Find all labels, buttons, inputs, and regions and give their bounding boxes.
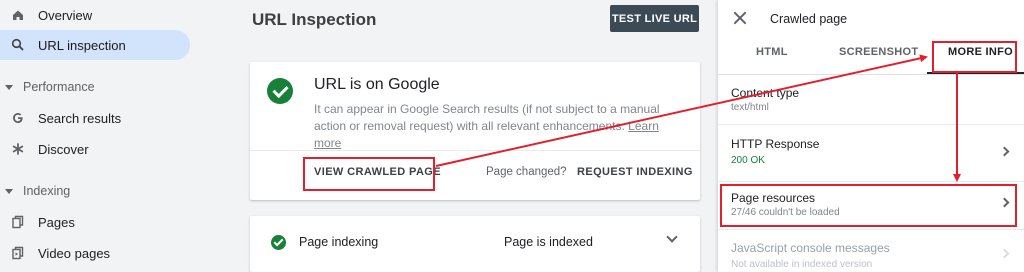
tab-html[interactable]: HTML (756, 46, 788, 58)
status-title: URL is on Google (314, 76, 440, 93)
sidebar-item-discover[interactable]: Discover (0, 134, 190, 164)
divider (250, 150, 700, 151)
sidebar: Overview URL inspection Performance Sear… (0, 0, 200, 272)
sidebar-item-label: Discover (38, 141, 89, 157)
highlight-view-crawled (303, 157, 435, 191)
test-live-url-button[interactable]: TEST LIVE URL (610, 5, 699, 32)
page-title: URL Inspection (252, 10, 377, 29)
sidebar-item-video-pages[interactable]: Video pages (0, 238, 190, 268)
chevron-down-icon[interactable] (666, 231, 678, 243)
sidebar-item-search-results[interactable]: Search results (0, 103, 190, 133)
sidebar-item-label: Pages (38, 214, 75, 230)
chevron-right-icon (999, 146, 1010, 157)
request-indexing-button[interactable]: REQUEST INDEXING (577, 166, 693, 178)
sidebar-item-label: Search results (38, 110, 122, 126)
sidebar-item-pages[interactable]: Pages (0, 207, 190, 237)
section-label: Indexing (23, 184, 71, 198)
sidebar-item-label: URL inspection (38, 37, 126, 53)
row-label: JavaScript console messages (731, 241, 890, 255)
highlight-page-resources (720, 184, 1017, 227)
video-pages-icon (10, 245, 26, 261)
asterisk-icon (10, 141, 26, 157)
search-icon (10, 37, 26, 53)
info-row-js-console: JavaScript console messages Not availabl… (718, 230, 1024, 272)
sidebar-section-performance[interactable]: Performance (0, 80, 95, 94)
tab-screenshot[interactable]: SCREENSHOT (839, 46, 918, 58)
page-changed-text: Page changed? (486, 166, 567, 178)
sidebar-item-label: Video pages (38, 245, 111, 261)
main-content: URL Inspection TEST LIVE URL URL is on G… (200, 0, 718, 272)
row-value: Not available in indexed version (731, 259, 873, 270)
check-circle-icon (267, 78, 293, 104)
caret-down-icon (5, 84, 13, 90)
caret-down-icon (5, 188, 13, 194)
status-description: It can appear in Google Search results (… (314, 101, 689, 152)
close-icon[interactable] (732, 10, 748, 26)
row-label: HTTP Response (731, 137, 820, 151)
home-icon (10, 7, 26, 23)
sidebar-item-label: Overview (38, 7, 93, 23)
page-indexing-card[interactable]: Page indexing Page is indexed (250, 216, 700, 272)
section-label: Performance (23, 80, 95, 94)
row-value: text/html (731, 102, 769, 113)
status-description-text: It can appear in Google Search results (… (314, 102, 660, 133)
sidebar-item-overview[interactable]: Overview (0, 0, 190, 30)
google-g-icon (10, 110, 26, 126)
info-row-http-response[interactable]: HTTP Response 200 OK (718, 125, 1024, 181)
page-indexing-value: Page is indexed (504, 235, 593, 249)
row-value: 200 OK (731, 155, 765, 166)
pages-icon (10, 214, 26, 230)
page-indexing-label: Page indexing (299, 235, 379, 249)
sidebar-section-indexing[interactable]: Indexing (0, 184, 70, 198)
row-label: Content type (731, 86, 800, 100)
chevron-right-icon (999, 248, 1010, 259)
highlight-more-info (932, 41, 1017, 73)
info-row-content-type: Content type text/html (718, 75, 1024, 124)
check-circle-icon (271, 235, 286, 250)
sidebar-item-url-inspection[interactable]: URL inspection (0, 30, 190, 60)
panel-title: Crawled page (770, 12, 848, 26)
